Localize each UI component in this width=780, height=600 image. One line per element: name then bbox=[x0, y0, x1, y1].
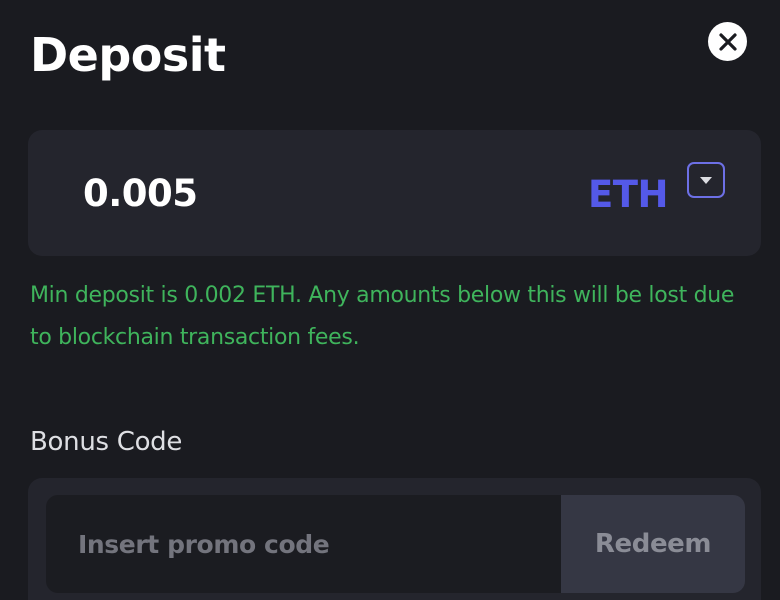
redeem-button[interactable]: Redeem bbox=[561, 495, 745, 593]
deposit-amount-input[interactable]: 0.005 bbox=[83, 166, 198, 222]
page-title: Deposit bbox=[30, 28, 226, 82]
amount-panel: 0.005 ETH bbox=[28, 130, 761, 256]
close-button[interactable] bbox=[708, 22, 747, 61]
bonus-code-label: Bonus Code bbox=[30, 427, 183, 457]
min-deposit-notice: Min deposit is 0.002 ETH. Any amounts be… bbox=[30, 283, 735, 350]
deposit-modal: Deposit 0.005 ETH Min deposit is 0.002 E… bbox=[0, 0, 780, 600]
currency-dropdown-button[interactable] bbox=[687, 162, 725, 198]
promo-code-input[interactable] bbox=[46, 495, 561, 593]
close-icon bbox=[718, 32, 737, 51]
promo-panel: Redeem bbox=[28, 478, 761, 600]
chevron-down-icon bbox=[700, 176, 712, 184]
currency-label[interactable]: ETH bbox=[588, 167, 668, 223]
